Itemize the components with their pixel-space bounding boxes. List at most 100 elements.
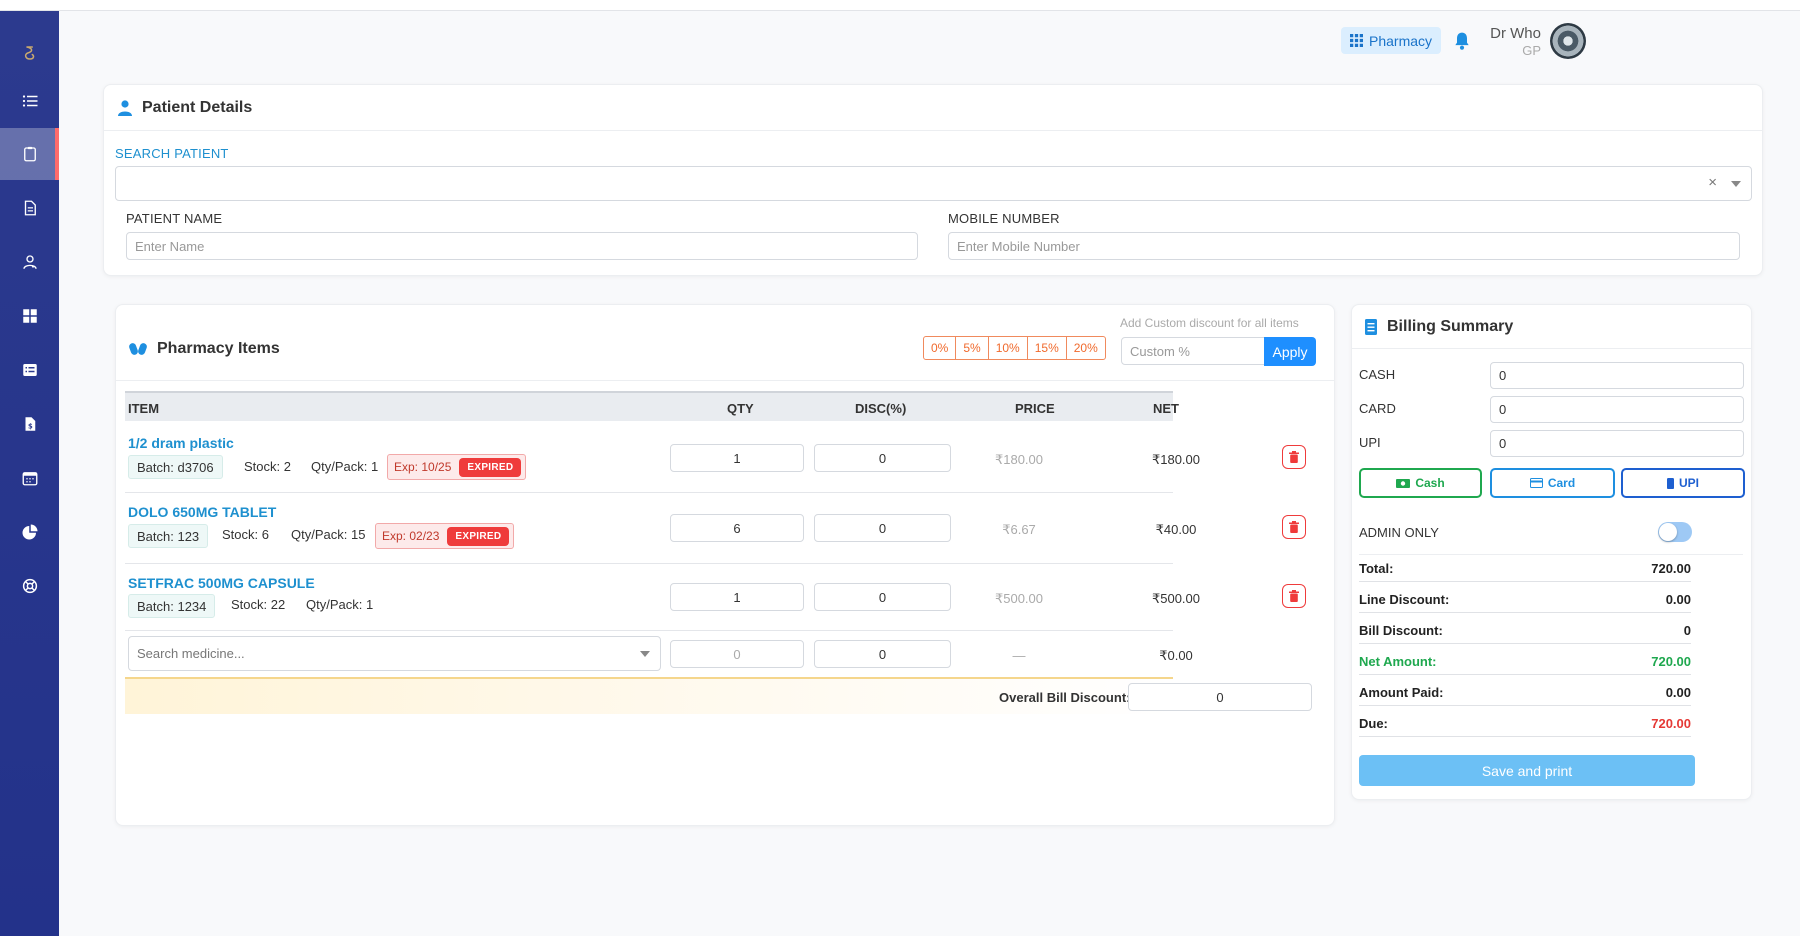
- billing-summary-card: Billing Summary CASH 0 CARD 0 UPI 0 Cash…: [1351, 304, 1752, 800]
- price-value: ₹500.00: [994, 591, 1044, 606]
- card-input[interactable]: 0: [1490, 396, 1744, 423]
- mobile-number-input[interactable]: Enter Mobile Number: [948, 232, 1740, 260]
- pay-card-button[interactable]: Card: [1490, 468, 1615, 498]
- user-role: GP: [1522, 43, 1541, 58]
- sidebar-item-dashboard[interactable]: [0, 290, 59, 342]
- clear-icon[interactable]: ×: [1708, 174, 1717, 191]
- due-value: 720.00: [1651, 715, 1691, 731]
- table-list-icon: [22, 364, 37, 376]
- price-value: ₹6.67: [1002, 522, 1036, 537]
- upi-label: UPI: [1359, 435, 1381, 450]
- document-icon: [24, 200, 36, 216]
- sidebar-item-list[interactable]: [0, 75, 59, 127]
- search-patient-select[interactable]: ×: [115, 166, 1752, 201]
- qty-input[interactable]: 6: [670, 514, 804, 542]
- delete-button[interactable]: [1282, 445, 1306, 469]
- sidebar-item-reports[interactable]: [0, 506, 59, 558]
- custom-discount-input[interactable]: Custom %: [1121, 337, 1266, 365]
- discount-chip-20[interactable]: 20%: [1065, 336, 1106, 360]
- amount-paid-value: 0.00: [1665, 684, 1691, 700]
- disc-input[interactable]: 0: [814, 444, 951, 472]
- discount-chip-group: 0% 5% 10% 15% 20%: [923, 336, 1106, 360]
- patient-name-input[interactable]: Enter Name: [126, 232, 918, 260]
- line-discount-row: Line Discount: 0.00: [1359, 586, 1691, 613]
- line-discount-label: Line Discount:: [1359, 591, 1450, 607]
- sidebar-item-pharmacy[interactable]: [0, 128, 59, 180]
- custom-discount-hint: Add Custom discount for all items: [1120, 316, 1299, 330]
- bill-discount-label: Bill Discount:: [1359, 622, 1443, 638]
- net-amount-label: Net Amount:: [1359, 653, 1437, 669]
- pharmacy-items-header: Pharmacy Items: [129, 340, 280, 358]
- delete-button[interactable]: [1282, 515, 1306, 539]
- overall-discount-bar: Overall Bill Discount: 0: [125, 677, 1312, 714]
- grid-icon: [22, 309, 37, 323]
- stock-text: Stock: 2: [244, 459, 291, 474]
- pharmacy-button[interactable]: Pharmacy: [1341, 27, 1442, 54]
- delete-button[interactable]: [1282, 584, 1306, 608]
- line-discount-value: 0.00: [1665, 591, 1691, 607]
- batch-badge: Batch: 1234: [128, 594, 216, 618]
- discount-chip-15[interactable]: 15%: [1026, 336, 1067, 360]
- bill-discount-row: Bill Discount: 0: [1359, 617, 1691, 644]
- new-qty-input[interactable]: 0: [670, 640, 804, 668]
- discount-chip-0[interactable]: 0%: [923, 336, 957, 360]
- chevron-down-icon[interactable]: [1731, 181, 1741, 187]
- expiry-tag: Exp: 02/23 EXPIRED: [375, 523, 515, 549]
- pay-upi-button[interactable]: UPI: [1621, 468, 1745, 498]
- column-net: NET: [1153, 401, 1179, 416]
- patient-details-header: Patient Details: [118, 99, 252, 117]
- qty-pack-text: Qty/Pack: 15: [291, 527, 366, 542]
- sidebar-item-records[interactable]: [0, 344, 59, 396]
- search-medicine-select[interactable]: Search medicine...: [128, 636, 661, 671]
- qty-input[interactable]: 1: [670, 583, 804, 611]
- discount-chip-10[interactable]: 10%: [987, 336, 1028, 360]
- cash-input[interactable]: 0: [1490, 362, 1744, 389]
- expired-badge: EXPIRED: [459, 457, 522, 477]
- sidebar-item-doctors[interactable]: [0, 236, 59, 288]
- expiry-date: Exp: 02/23: [382, 529, 440, 543]
- pay-cash-button[interactable]: Cash: [1359, 468, 1482, 498]
- avatar[interactable]: [1550, 23, 1586, 59]
- chevron-down-icon[interactable]: [640, 651, 650, 657]
- trash-icon: [1289, 590, 1299, 602]
- sidebar-item-invoices[interactable]: $: [0, 398, 59, 450]
- item-name[interactable]: SETFRAC 500MG CAPSULE: [128, 575, 315, 591]
- pay-card-label: Card: [1547, 476, 1576, 490]
- overall-discount-input[interactable]: 0: [1128, 683, 1312, 711]
- patient-name-placeholder: Enter Name: [135, 238, 205, 254]
- user-icon: [118, 100, 132, 116]
- new-net-value: ₹0.00: [1159, 648, 1193, 663]
- qty-input[interactable]: 1: [670, 444, 804, 472]
- invoice-icon: $: [25, 417, 35, 431]
- total-label: Total:: [1359, 560, 1394, 576]
- divider: [116, 380, 1334, 381]
- save-and-print-button[interactable]: Save and print: [1359, 755, 1695, 786]
- batch-badge: Batch: 123: [128, 524, 209, 548]
- amount-paid-label: Amount Paid:: [1359, 684, 1444, 700]
- sidebar-logo[interactable]: [0, 27, 59, 79]
- due-row: Due: 720.00: [1359, 710, 1691, 737]
- sidebar-item-calendar[interactable]: [0, 452, 59, 504]
- net-value: ₹500.00: [1151, 591, 1201, 606]
- disc-input[interactable]: 0: [814, 514, 951, 542]
- grid-small-icon: [1350, 34, 1363, 47]
- qty-pack-text: Qty/Pack: 1: [306, 597, 374, 612]
- upi-input[interactable]: 0: [1490, 430, 1744, 457]
- admin-only-toggle[interactable]: [1658, 522, 1692, 542]
- new-disc-input[interactable]: 0: [814, 640, 951, 668]
- due-label: Due:: [1359, 715, 1388, 731]
- bill-discount-value: 0: [1683, 622, 1691, 638]
- item-name[interactable]: 1/2 dram plastic: [128, 435, 234, 451]
- pharmacy-button-label: Pharmacy: [1369, 32, 1433, 49]
- discount-chip-5[interactable]: 5%: [955, 336, 989, 360]
- search-medicine-placeholder: Search medicine...: [137, 646, 245, 661]
- bell-icon[interactable]: [1452, 30, 1472, 52]
- sidebar-item-help[interactable]: [0, 560, 59, 612]
- disc-input[interactable]: 0: [814, 583, 951, 611]
- sidebar-item-documents[interactable]: [0, 182, 59, 234]
- net-value: ₹40.00: [1155, 522, 1197, 537]
- item-name[interactable]: DOLO 650MG TABLET: [128, 504, 276, 520]
- cash-icon: [1396, 478, 1411, 488]
- total-value: 720.00: [1651, 560, 1691, 576]
- apply-button[interactable]: Apply: [1264, 337, 1316, 366]
